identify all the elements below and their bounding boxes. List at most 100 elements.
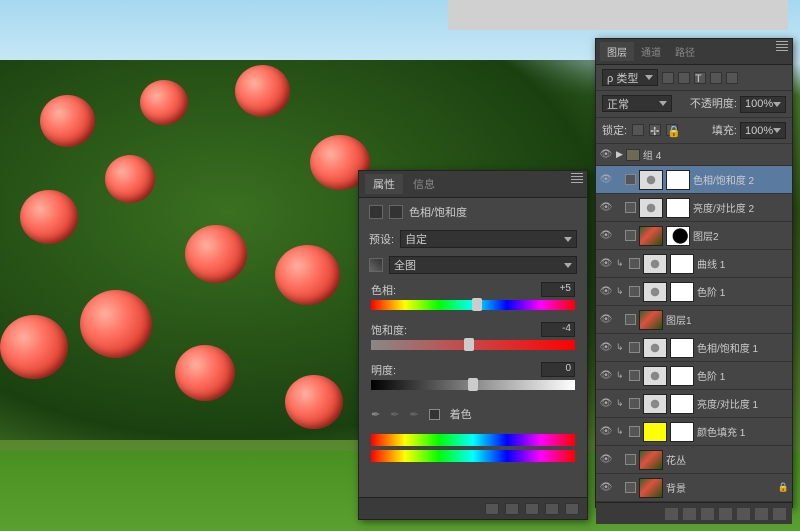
eyedropper-icon[interactable]: ✒ [371,408,380,421]
filter-adjust-icon[interactable] [678,72,690,84]
lock-position-icon[interactable]: ✢ [649,124,661,136]
layer-name[interactable]: 色相/饱和度 2 [693,172,789,187]
layer-name[interactable]: 亮度/对比度 2 [693,200,789,215]
layer-thumbnail[interactable] [639,450,663,470]
link-layers-icon[interactable] [665,508,678,520]
layer-row[interactable]: 👁↳颜色填充 1 [596,418,792,446]
layer-row[interactable]: 👁亮度/对比度 2 [596,194,792,222]
reset-icon[interactable] [525,503,539,515]
new-group-icon[interactable] [737,508,750,520]
layer-thumbnail[interactable] [639,226,663,246]
layer-thumbnail[interactable] [643,338,667,358]
visibility-icon[interactable]: 👁 [599,229,613,243]
fx-badge[interactable] [625,454,636,465]
layer-row[interactable]: 👁▶组 4 [596,144,792,166]
visibility-icon[interactable]: 👁 [599,369,613,383]
mask-thumbnail[interactable] [670,282,694,302]
visibility-icon[interactable]: 👁 [599,481,613,495]
slider-knob[interactable] [468,378,478,391]
mask-thumbnail[interactable] [666,226,690,246]
visibility-icon[interactable]: 👁 [599,257,613,271]
hue-slider[interactable] [371,300,575,310]
fx-badge[interactable] [625,230,636,241]
mask-icon[interactable] [389,205,403,219]
channel-select[interactable]: 全图 [389,256,577,274]
mask-thumbnail[interactable] [670,338,694,358]
fx-badge[interactable] [625,174,636,185]
lock-pixels-icon[interactable] [632,124,644,136]
layer-thumbnail[interactable] [643,366,667,386]
preset-select[interactable]: 自定 [400,230,577,248]
saturation-slider[interactable] [371,340,575,350]
mask-thumbnail[interactable] [670,366,694,386]
mask-thumbnail[interactable] [670,254,694,274]
fx-badge[interactable] [629,426,640,437]
saturation-input[interactable]: -4 [541,322,575,337]
layer-name[interactable]: 色相/饱和度 1 [697,340,789,355]
delete-icon[interactable] [565,503,579,515]
layer-row[interactable]: 👁色相/饱和度 2 [596,166,792,194]
layer-row[interactable]: 👁 图层2 [596,222,792,250]
layer-row[interactable]: 👁背景🔒 [596,474,792,502]
fx-badge[interactable] [629,258,640,269]
layer-thumbnail[interactable] [639,478,663,498]
new-layer-icon[interactable] [755,508,768,520]
filter-type-icon[interactable]: T [694,72,706,84]
delete-layer-icon[interactable] [773,508,786,520]
visibility-icon[interactable]: 👁 [599,397,613,411]
lock-all-icon[interactable]: 🔒 [666,124,678,136]
eyedropper-sub-icon[interactable]: ✒ [409,408,418,421]
mask-thumbnail[interactable] [666,198,690,218]
visibility-icon[interactable]: 👁 [599,313,613,327]
slider-knob[interactable] [472,298,482,311]
layer-name[interactable]: 图层2 [693,228,789,243]
fx-badge[interactable] [629,398,640,409]
layer-row[interactable]: 👁 图层1 [596,306,792,334]
layer-row[interactable]: 👁↳色阶 1 [596,278,792,306]
layer-name[interactable]: 图层1 [666,312,789,327]
layer-name[interactable]: 组 4 [643,147,789,162]
lightness-slider[interactable] [371,380,575,390]
new-adjustment-icon[interactable] [719,508,732,520]
layer-row[interactable]: 👁花丛 [596,446,792,474]
lightness-input[interactable]: 0 [541,362,575,377]
layer-thumbnail[interactable] [639,170,663,190]
blend-mode-select[interactable]: 正常 [602,95,672,112]
filter-shape-icon[interactable] [710,72,722,84]
layer-thumbnail[interactable] [643,282,667,302]
visibility-icon[interactable]: 👁 [599,341,613,355]
layer-row[interactable]: 👁↳曲线 1 [596,250,792,278]
tab-paths[interactable]: 路径 [668,42,702,61]
colorize-checkbox[interactable] [429,409,440,420]
fx-badge[interactable] [629,342,640,353]
mask-thumbnail[interactable] [670,394,694,414]
layer-name[interactable]: 背景 [666,480,775,495]
clip-to-layer-icon[interactable] [485,503,499,515]
toggle-visibility-icon[interactable] [545,503,559,515]
layer-name[interactable]: 颜色填充 1 [697,424,789,439]
fx-badge[interactable] [625,482,636,493]
layer-thumbnail[interactable] [643,394,667,414]
layer-name[interactable]: 亮度/对比度 1 [697,396,789,411]
filter-smart-icon[interactable] [726,72,738,84]
tab-channels[interactable]: 通道 [634,42,668,61]
mask-thumbnail[interactable] [666,170,690,190]
tab-properties[interactable]: 属性 [365,174,403,194]
visibility-icon[interactable]: 👁 [599,148,613,162]
layer-name[interactable]: 色阶 1 [697,284,789,299]
tab-layers[interactable]: 图层 [600,42,634,61]
layer-name[interactable]: 花丛 [666,452,789,467]
layer-name[interactable]: 曲线 1 [697,256,789,271]
layer-thumbnail[interactable] [639,198,663,218]
fx-badge[interactable] [625,314,636,325]
visibility-icon[interactable]: 👁 [599,425,613,439]
fx-badge[interactable] [629,370,640,381]
mask-thumbnail[interactable] [670,422,694,442]
panel-menu-icon[interactable] [571,173,583,183]
view-previous-icon[interactable] [505,503,519,515]
layer-style-icon[interactable] [683,508,696,520]
layer-mask-icon[interactable] [701,508,714,520]
fill-input[interactable]: 100% [740,122,786,139]
panel-menu-icon[interactable] [776,41,788,51]
tab-info[interactable]: 信息 [405,174,443,194]
